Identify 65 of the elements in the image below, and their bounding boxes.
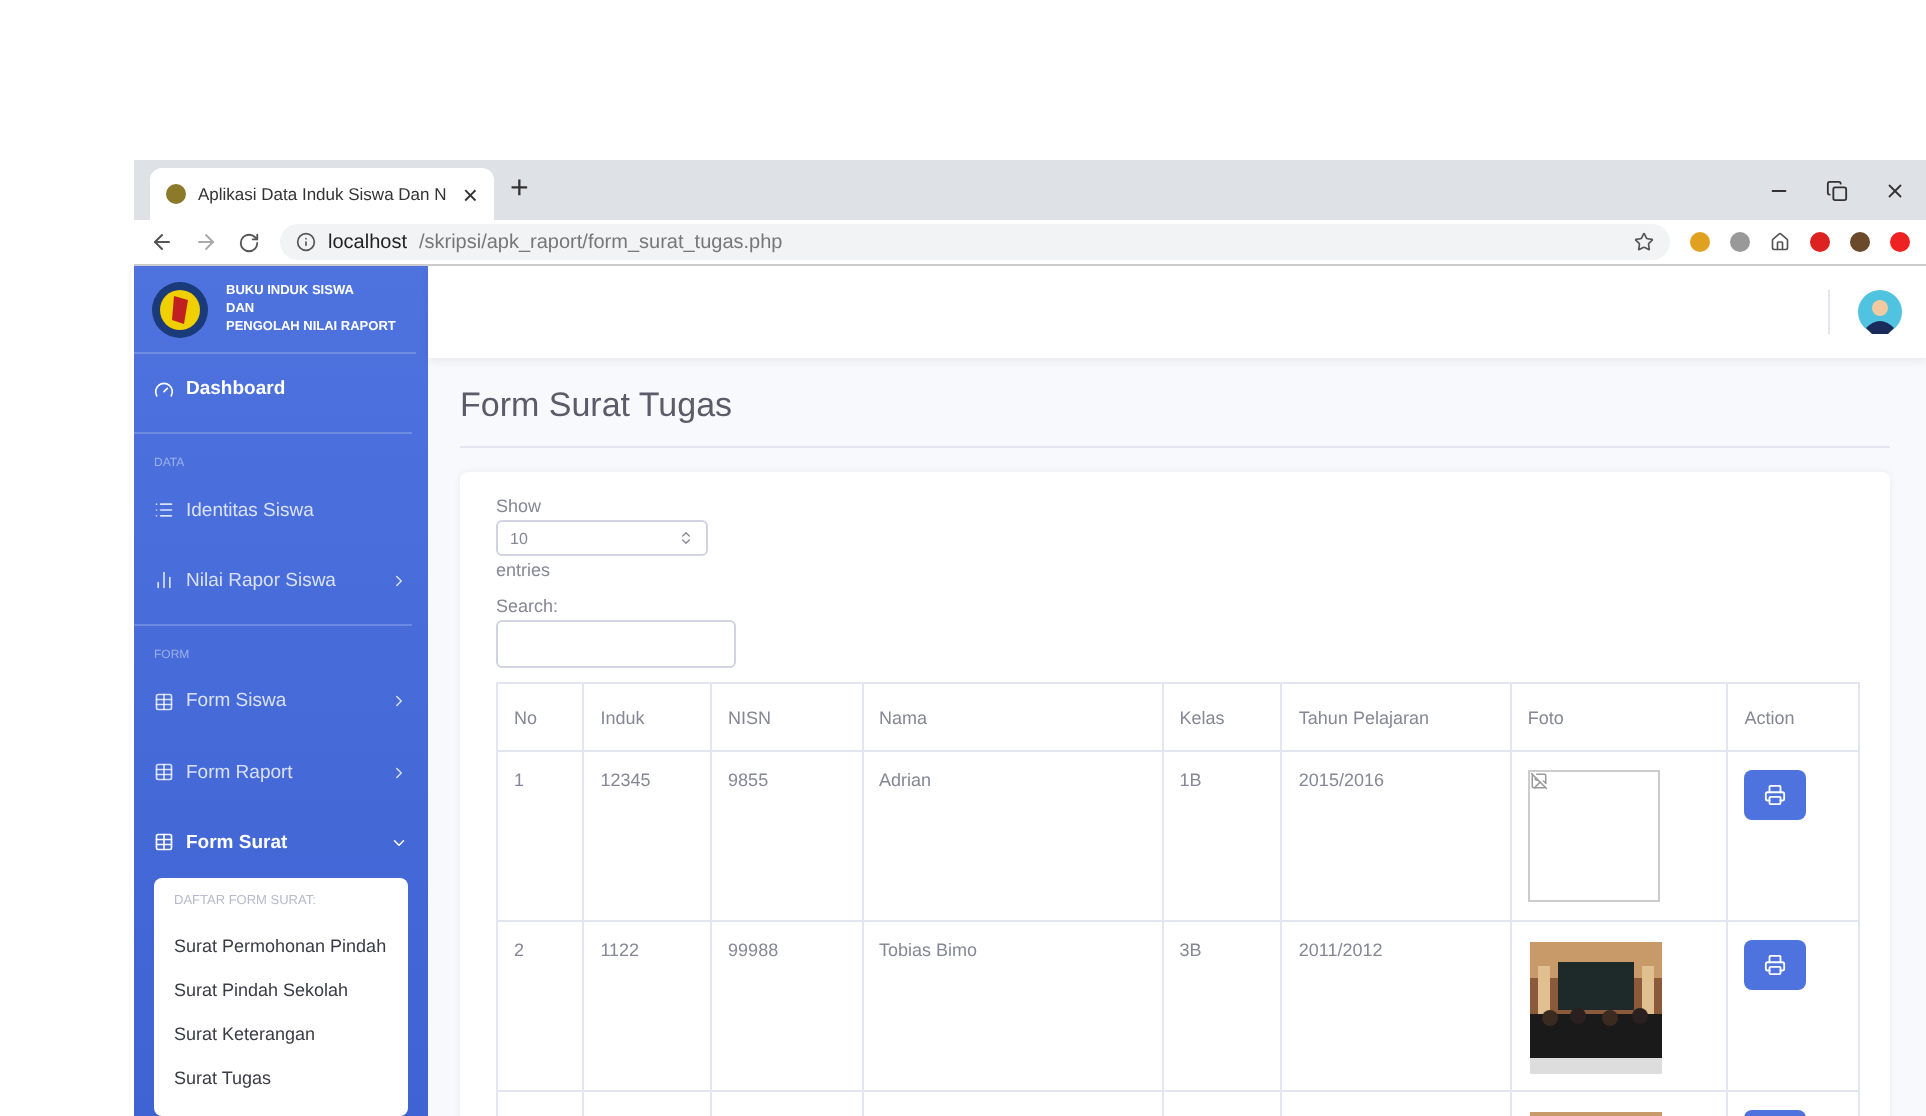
- table-cell: 99988: [728, 940, 779, 960]
- sidebar-item[interactable]: Identitas Siswa: [134, 474, 428, 546]
- nav-icon: [154, 691, 174, 712]
- close-icon[interactable]: [1884, 179, 1906, 201]
- table-cell: 2: [514, 940, 525, 960]
- chevron-icon: [390, 692, 408, 711]
- column-header: Action: [1727, 683, 1859, 751]
- column-header: Kelas: [1162, 683, 1282, 751]
- tab-close-button[interactable]: ×: [462, 181, 478, 207]
- search-field[interactable]: [496, 620, 736, 668]
- entries-label: entries: [496, 560, 551, 580]
- address-bar[interactable]: localhost /skripsi/apk_raport/form_surat_tugas.php: [280, 224, 1670, 260]
- new-tab-button[interactable]: +: [510, 172, 529, 208]
- submenu-item[interactable]: Surat Tugas: [154, 1056, 408, 1101]
- restore-icon[interactable]: [1826, 179, 1848, 201]
- table-cell: 12345: [600, 770, 651, 790]
- column-header: Nama: [862, 683, 1163, 751]
- table-cell: 3B: [1179, 940, 1202, 960]
- nav-icon: [154, 570, 174, 591]
- nav-icon: [154, 379, 174, 400]
- nav-icon: [154, 500, 174, 521]
- table-cell: 9855: [728, 770, 769, 790]
- sidebar-item[interactable]: Form Surat: [134, 807, 428, 879]
- sidebar-item[interactable]: Form Raport: [134, 736, 428, 808]
- print-button[interactable]: [1744, 770, 1807, 820]
- page-size-select[interactable]: 10: [496, 520, 708, 556]
- table-cell: Tobias Bimo: [879, 940, 978, 960]
- column-header: NISN: [711, 683, 863, 751]
- home-icon[interactable]: [1770, 232, 1790, 252]
- search-label: Search:: [496, 596, 559, 616]
- chevron-icon: [390, 763, 408, 782]
- sidebar-item[interactable]: Nilai Rapor Siswa: [134, 545, 428, 617]
- submenu-item[interactable]: Surat Keterangan: [154, 1012, 408, 1057]
- column-header: No: [497, 683, 584, 751]
- browser-tab[interactable]: Aplikasi Data Induk Siswa Dan N ×: [150, 168, 494, 220]
- avatar-icon[interactable]: [1828, 290, 1902, 334]
- column-header: Tahun Pelajaran: [1281, 683, 1511, 751]
- chevron-icon: [390, 571, 408, 590]
- nav-icon: [154, 762, 174, 783]
- table-cell: Adrian: [879, 770, 932, 790]
- nav-icon: [154, 832, 174, 853]
- printer-icon: [1764, 954, 1787, 976]
- extension-icon[interactable]: [1810, 232, 1830, 252]
- profile-icon[interactable]: [1850, 232, 1870, 252]
- table-cell: 2011/2012: [1298, 940, 1383, 960]
- tab-title: Aplikasi Data Induk Siswa Dan N: [198, 184, 449, 204]
- back-icon[interactable]: [150, 230, 174, 254]
- printer-icon: [1764, 784, 1787, 806]
- submenu-item[interactable]: Surat Pindah Sekolah: [154, 968, 408, 1013]
- sort-arrows-icon: [678, 530, 694, 546]
- print-button[interactable]: [1744, 940, 1807, 990]
- logo-icon: [150, 279, 210, 340]
- sidebar-item[interactable]: Dashboard: [134, 354, 428, 425]
- submenu-item[interactable]: Surat Permohonan Pindah: [154, 924, 408, 969]
- reload-icon[interactable]: [238, 231, 260, 253]
- table-cell: 1B: [1179, 770, 1202, 790]
- table-cell: 1: [514, 770, 525, 790]
- broken-image-icon: [1529, 772, 1548, 790]
- page-title: Form Surat Tugas: [460, 386, 1890, 448]
- table-cell: 2015/2016: [1298, 770, 1384, 790]
- table-cell: 1122: [600, 940, 640, 960]
- sidebar-item[interactable]: Form Siswa: [134, 666, 428, 737]
- show-label: Show: [496, 496, 542, 516]
- column-header: Foto: [1510, 683, 1728, 751]
- column-header: Induk: [583, 683, 712, 751]
